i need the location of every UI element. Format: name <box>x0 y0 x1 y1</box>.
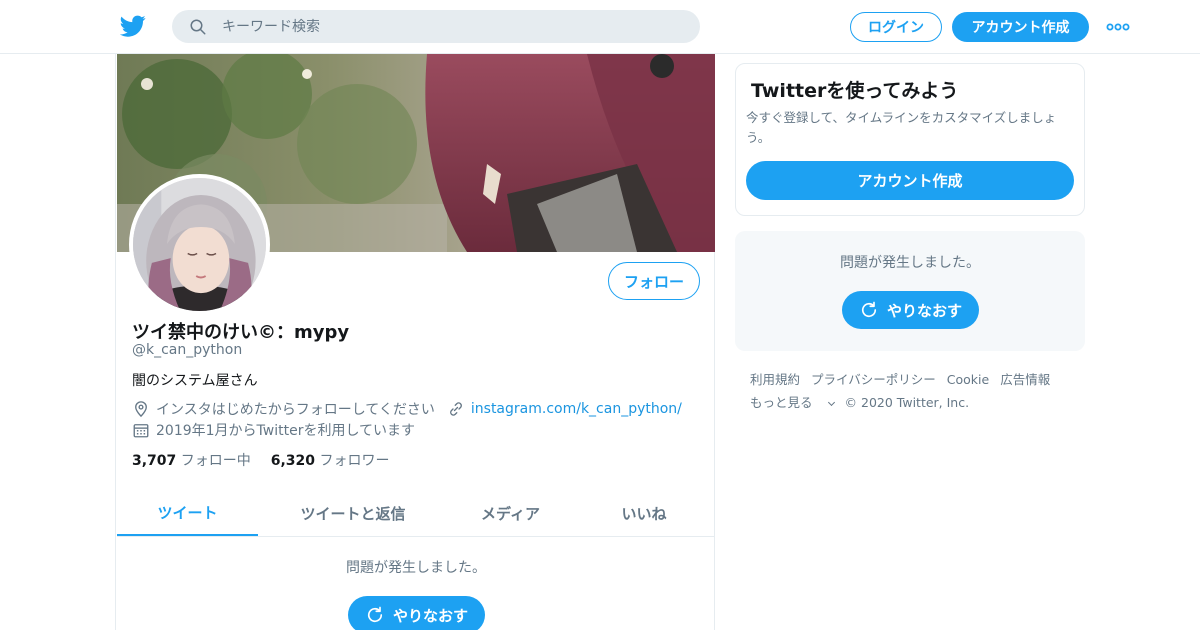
timeline-retry-button[interactable]: やりなおす <box>348 596 485 630</box>
link-icon <box>449 402 462 416</box>
search-bar <box>172 10 700 43</box>
search-icon <box>190 19 206 35</box>
top-navigation-bar: ログイン アカウント作成 <box>0 0 1200 54</box>
followers-count: 6,320 <box>270 453 316 469</box>
chevron-down-icon <box>827 398 835 407</box>
refresh-icon <box>367 606 383 623</box>
profile-joined-date: 2019年1月からTwitterを利用しています <box>156 423 416 439</box>
footer-link-privacy[interactable]: プライバシーポリシー <box>811 372 936 387</box>
profile-url-link[interactable]: instagram.com/k_can_python/ <box>471 401 682 417</box>
profile-display-name[interactable]: ツイ禁中のけい©︎：mypy <box>132 318 349 344</box>
sidebar-error-text: 問題が発生しました。 <box>840 255 980 271</box>
footer-more-button[interactable]: もっと見る <box>750 395 835 410</box>
signup-button[interactable]: アカウント作成 <box>952 12 1089 42</box>
footer-row-2: もっと見る © 2020 Twitter, Inc. <box>750 391 1080 414</box>
followers-stat[interactable]: 6,320 フォロワー <box>271 453 390 469</box>
followers-label: フォロワー <box>319 453 390 469</box>
follow-button[interactable]: フォロー <box>608 262 700 300</box>
tab-tweets-and-replies[interactable]: ツイートと返信 <box>258 490 448 536</box>
tab-media[interactable]: メディア <box>448 490 573 536</box>
tab-tweets[interactable]: ツイート <box>117 490 258 536</box>
tab-likes[interactable]: いいね <box>573 490 715 536</box>
footer-row-1: 利用規約 プライバシーポリシー Cookie 広告情報 <box>750 368 1080 391</box>
profile-handle[interactable]: @k_can_python <box>132 342 242 358</box>
profile-meta-location-row: インスタはじめたからフォローしてください instagram.com/k_can… <box>132 399 682 419</box>
profile-url-wrap: instagram.com/k_can_python/ <box>447 400 682 418</box>
twitter-bird-icon[interactable] <box>120 13 146 39</box>
footer-link-ads-info[interactable]: 広告情報 <box>1000 372 1050 387</box>
footer-link-cookie[interactable]: Cookie <box>947 372 989 387</box>
following-count: 3,707 <box>132 453 177 469</box>
signup-card-title: Twitterを使ってみよう <box>751 80 959 102</box>
login-button[interactable]: ログイン <box>850 12 942 42</box>
calendar-icon <box>133 424 149 438</box>
search-input[interactable] <box>222 10 682 43</box>
more-icon[interactable] <box>1106 18 1130 36</box>
profile-avatar[interactable] <box>129 174 270 315</box>
signup-card-description: 今すぐ登録して、タイムラインをカスタマイズしましょう。 <box>746 110 1057 145</box>
footer-copyright: © 2020 Twitter, Inc. <box>844 395 970 410</box>
profile-bio: 闇のシステム屋さん <box>132 373 258 389</box>
sidebar-error-card: 問題が発生しました。 やりなおす <box>735 231 1085 351</box>
profile-stats: 3,707 フォロー中 6,320 フォロワー <box>132 450 390 470</box>
sidebar-retry-button[interactable]: やりなおす <box>842 291 979 329</box>
refresh-icon <box>861 301 877 318</box>
location-icon <box>135 401 147 418</box>
timeline-retry-label: やりなおす <box>392 606 468 625</box>
footer-links: 利用規約 プライバシーポリシー Cookie 広告情報 もっと見る © 2020 Twi… <box>750 368 1080 414</box>
profile-tabs: ツイート ツイートと返信 メディア いいね <box>117 490 715 537</box>
following-label: フォロー中 <box>180 453 251 469</box>
profile-meta-joined-row: 2019年1月からTwitterを利用しています <box>132 420 415 440</box>
signup-card-button[interactable]: アカウント作成 <box>746 161 1074 200</box>
profile-location: インスタはじめたからフォローしてください <box>156 402 435 418</box>
sidebar-retry-label: やりなおす <box>886 301 962 320</box>
signup-card: Twitterを使ってみよう 今すぐ登録して、タイムラインをカスタマイズしましょ… <box>735 63 1085 216</box>
profile-column: フォロー ツイ禁中のけい©︎：mypy @k_can_python 闇のシステム… <box>115 54 715 630</box>
following-stat[interactable]: 3,707 フォロー中 <box>132 453 251 469</box>
footer-more-label: もっと見る <box>750 395 813 410</box>
timeline-error-text: 問題が発生しました。 <box>346 560 486 576</box>
footer-link-terms[interactable]: 利用規約 <box>750 372 800 387</box>
